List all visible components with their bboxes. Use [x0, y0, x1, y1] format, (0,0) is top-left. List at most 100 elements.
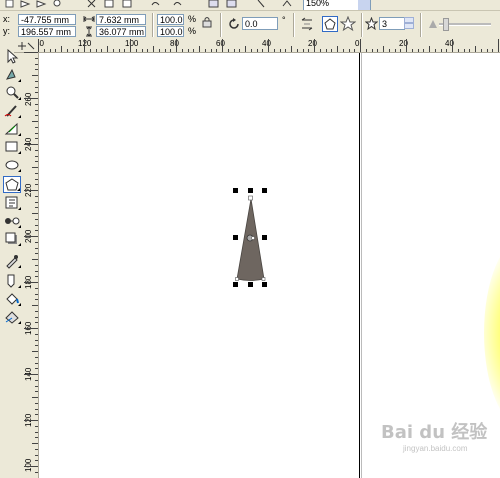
vertical-ruler[interactable]: 260240220200180160140120100 — [24, 52, 39, 478]
save-icon[interactable] — [36, 0, 47, 8]
width-icon — [83, 14, 95, 24]
width-field[interactable]: 7.632 mm — [96, 14, 146, 25]
new-document-icon[interactable] — [4, 0, 15, 8]
ruler-tick — [35, 363, 38, 364]
ruler-tick — [35, 179, 38, 180]
polygon-tool-icon[interactable] — [3, 176, 21, 193]
node-marker[interactable] — [235, 277, 239, 281]
star-points-icon — [364, 16, 379, 31]
ruler-tick — [188, 49, 189, 52]
ruler-tick — [35, 322, 38, 323]
mirror-icon[interactable] — [299, 16, 315, 32]
ruler-tick — [452, 39, 453, 52]
node-marker[interactable] — [251, 236, 255, 240]
import-icon[interactable] — [208, 0, 219, 8]
height-field[interactable]: 36.077 mm — [96, 26, 146, 37]
drop-shadow-icon[interactable] — [3, 230, 21, 247]
standard-toolbar: 150% — [0, 0, 500, 11]
fill-tool-icon[interactable] — [3, 290, 21, 307]
points-field[interactable]: 3 — [379, 17, 405, 30]
ruler-tick — [308, 49, 309, 52]
ruler-tick — [395, 49, 396, 52]
smart-fill-icon[interactable] — [3, 120, 21, 137]
ruler-tick — [406, 39, 407, 52]
interactive-fill-icon[interactable] — [3, 308, 21, 325]
x-position-field[interactable]: -47.755 mm — [18, 14, 76, 25]
ruler-tick — [199, 46, 200, 52]
paste-icon[interactable] — [122, 0, 133, 8]
ruler-tick — [366, 49, 367, 52]
interactive-blend-icon[interactable] — [3, 212, 21, 229]
print-icon[interactable] — [52, 0, 63, 8]
points-spinner[interactable] — [404, 17, 414, 29]
node-marker[interactable] — [261, 277, 266, 281]
h-ruler-label: 0 — [355, 39, 360, 48]
rectangle-tool-icon[interactable] — [3, 138, 21, 155]
ellipse-tool-icon[interactable] — [3, 156, 21, 173]
ruler-tick — [222, 39, 223, 52]
ruler-tick — [35, 311, 38, 312]
selection-handle[interactable] — [262, 282, 267, 287]
shape-tool-icon[interactable] — [3, 66, 21, 83]
polygon-icon[interactable] — [322, 16, 338, 32]
cut-icon[interactable] — [86, 0, 97, 8]
freehand-tool-icon[interactable] — [3, 102, 21, 119]
selection-handle[interactable] — [248, 188, 253, 193]
watermark: Bai du 经验 jingyan.baidu.com — [381, 418, 491, 458]
ruler-origin-corner[interactable] — [14, 39, 39, 53]
selection-handle[interactable] — [248, 282, 253, 287]
sharpness-slider-thumb[interactable] — [443, 18, 449, 31]
zoom-level-combo[interactable]: 150% — [303, 0, 371, 10]
node-marker[interactable] — [248, 195, 253, 201]
selection-handle[interactable] — [262, 235, 267, 240]
chevron-down-icon[interactable] — [358, 0, 370, 10]
ruler-tick — [35, 449, 38, 450]
ruler-tick — [429, 46, 430, 52]
undo-icon[interactable] — [150, 0, 161, 8]
rotation-angle-field[interactable]: 0.0 — [242, 17, 278, 30]
ruler-tick — [35, 391, 38, 392]
selection-handle[interactable] — [233, 235, 238, 240]
y-position-field[interactable]: 196.557 mm — [18, 26, 76, 37]
ruler-tick — [147, 49, 148, 52]
ruler-tick — [182, 49, 183, 52]
selection-handle[interactable] — [233, 282, 238, 287]
export-icon[interactable] — [226, 0, 237, 8]
star-icon[interactable] — [339, 15, 357, 32]
app-launcher-icon[interactable] — [256, 0, 267, 8]
zoom-level-value: 150% — [306, 0, 330, 8]
ruler-tick — [32, 167, 38, 168]
redo-icon[interactable] — [172, 0, 183, 8]
selection-handle[interactable] — [262, 188, 267, 193]
copy-icon[interactable] — [104, 0, 115, 8]
lock-ratio-icon[interactable] — [201, 16, 213, 28]
ruler-tick — [274, 49, 275, 52]
ruler-tick — [35, 271, 38, 272]
ruler-tick — [481, 49, 482, 52]
yellow-ellipse-object[interactable] — [484, 238, 500, 428]
ruler-tick — [159, 49, 160, 52]
open-icon[interactable] — [20, 0, 31, 8]
zoom-tool-icon[interactable] — [3, 84, 21, 101]
y-position-label: y: — [3, 26, 11, 36]
ruler-tick — [50, 49, 51, 52]
property-bar: x: y: -47.755 mm 196.557 mm 7.632 mm 36.… — [0, 11, 500, 40]
ruler-tick — [35, 340, 38, 341]
ruler-tick — [35, 196, 38, 197]
selection-handle[interactable] — [233, 188, 238, 193]
eyedropper-icon[interactable] — [3, 252, 21, 269]
ruler-tick — [423, 49, 424, 52]
ruler-tick — [32, 121, 38, 122]
scale-y-field[interactable]: 100.0 — [157, 26, 184, 37]
ruler-tick — [35, 161, 38, 162]
ruler-tick — [285, 49, 286, 52]
selected-polygon-group[interactable] — [229, 185, 269, 289]
text-tool-icon[interactable] — [3, 194, 21, 211]
drawing-canvas[interactable]: Bai du 经验 jingyan.baidu.com — [39, 53, 500, 478]
corel-online-icon[interactable] — [282, 0, 293, 8]
outline-tool-icon[interactable] — [3, 272, 21, 289]
ruler-tick — [153, 46, 154, 52]
scale-x-field[interactable]: 100.0 — [157, 14, 184, 25]
horizontal-ruler[interactable]: 401201008060402002040 — [38, 39, 500, 53]
ruler-tick — [412, 49, 413, 52]
